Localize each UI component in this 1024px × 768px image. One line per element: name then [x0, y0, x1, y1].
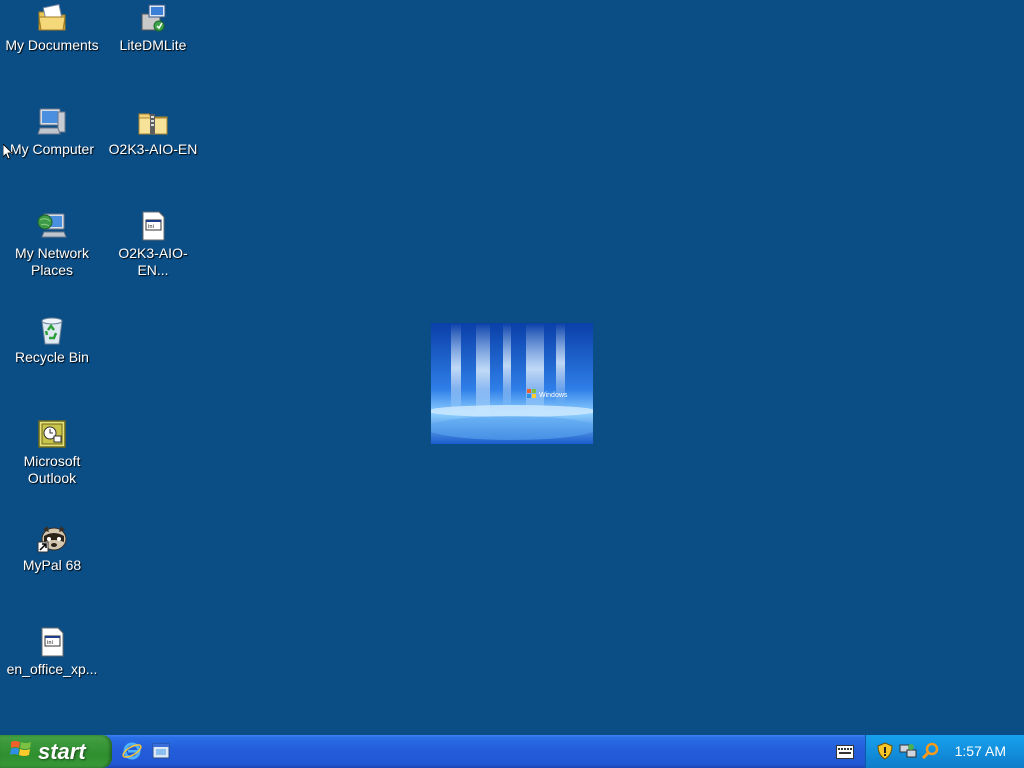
desktop-icon-label: en_office_xp... — [6, 661, 98, 677]
show-desktop-icon[interactable] — [151, 741, 171, 761]
zip-folder-icon — [137, 106, 169, 138]
desktop-icon-my-documents[interactable]: My Documents — [0, 2, 104, 54]
desktop-icon-label: O2K3-AIO-EN — [108, 141, 198, 157]
network-icon[interactable] — [899, 742, 917, 760]
my-documents-icon — [36, 2, 68, 34]
installer-icon — [137, 2, 169, 34]
desktop-icon-microsoft-outlook[interactable]: Microsoft Outlook — [0, 418, 104, 487]
desktop-icon-mypal-68[interactable]: MyPal 68 — [0, 522, 104, 574]
desktop-icon-litedmlite[interactable]: LiteDMLite — [101, 2, 205, 54]
desktop-icon-label: Microsoft Outlook — [23, 453, 81, 486]
desktop-icon-label: MyPal 68 — [22, 557, 82, 573]
system-tray: 1:57 AM — [865, 735, 1024, 768]
desktop-icon-my-computer[interactable]: My Computer — [0, 106, 104, 158]
desktop-icon-label: My Documents — [5, 37, 99, 53]
desktop-icon-recycle-bin[interactable]: Recycle Bin — [0, 314, 104, 366]
search-icon[interactable] — [921, 742, 940, 760]
ini-file-icon: ini — [36, 626, 68, 658]
mouse-cursor-icon — [2, 143, 13, 160]
mypal-icon — [36, 522, 68, 554]
start-label: start — [38, 738, 86, 764]
svg-text:ini: ini — [148, 224, 154, 230]
desktop-icon-o2k3-zip[interactable]: O2K3-AIO-EN — [101, 106, 205, 158]
desktop-icon-label: My Network Places — [15, 245, 89, 278]
desktop-icon-label: O2K3-AIO-EN... — [118, 245, 188, 278]
taskbar[interactable]: start 1:57 AM — [0, 735, 1024, 768]
desktop-icon-my-network-places[interactable]: My Network Places — [0, 210, 104, 279]
my-computer-icon — [36, 106, 68, 138]
start-button[interactable]: start — [0, 735, 112, 768]
wallpaper-image: Windows — [427, 323, 597, 444]
desktop[interactable]: My Documents LiteDMLite My Computer O2K3… — [0, 0, 1024, 735]
desktop-icon-label: LiteDMLite — [119, 37, 187, 53]
ini-file-icon: ini — [137, 210, 169, 242]
clock[interactable]: 1:57 AM — [955, 743, 1006, 759]
desktop-icon-o2k3-ini[interactable]: ini O2K3-AIO-EN... — [101, 210, 205, 279]
language-keyboard-icon[interactable] — [836, 745, 854, 759]
desktop-icon-en-office-xp[interactable]: ini en_office_xp... — [0, 626, 104, 678]
svg-text:ini: ini — [47, 640, 53, 646]
outlook-icon — [36, 418, 68, 450]
internet-explorer-icon[interactable] — [122, 741, 142, 761]
windows-flag-icon — [10, 739, 32, 765]
recycle-bin-icon — [36, 314, 68, 346]
wallpaper-brand-text: Windows — [539, 392, 568, 399]
desktop-icon-label: Recycle Bin — [15, 349, 89, 365]
network-places-icon — [36, 210, 68, 242]
security-shield-icon[interactable] — [876, 742, 894, 760]
desktop-icon-label: My Computer — [9, 141, 95, 157]
